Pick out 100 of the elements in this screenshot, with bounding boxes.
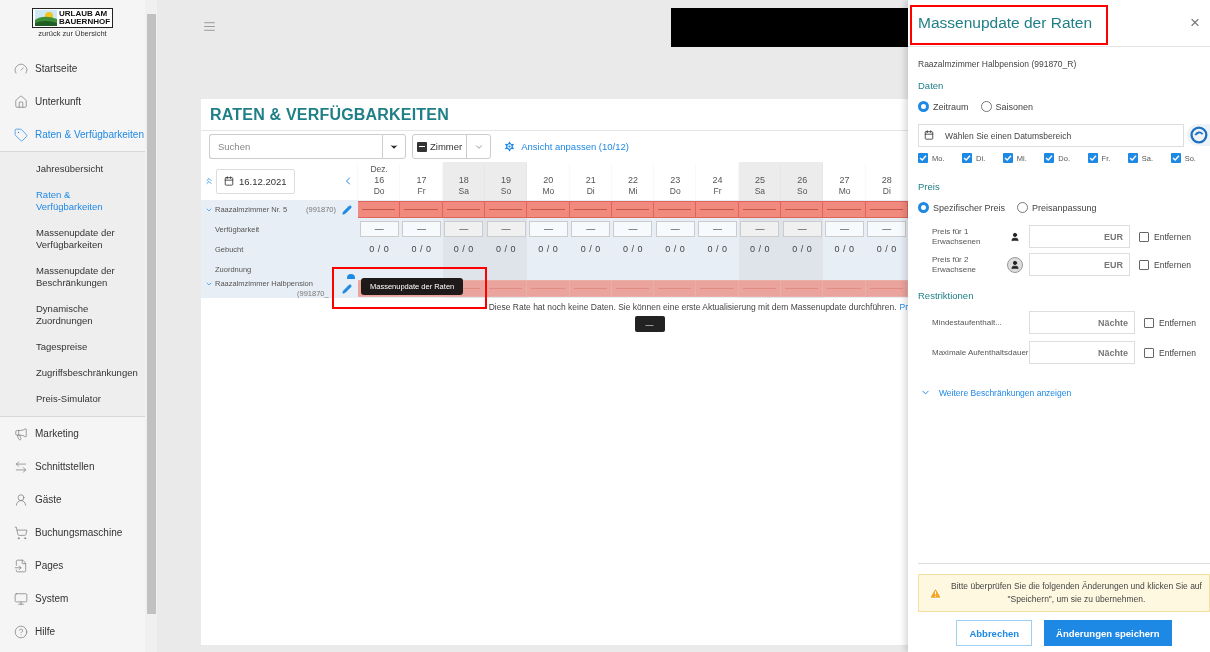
nav-item[interactable]: Startseite	[0, 52, 145, 85]
day-number: 21	[585, 175, 596, 186]
availability-field[interactable]: —	[655, 221, 695, 237]
submenu-item[interactable]: Tagespreise	[0, 334, 145, 360]
booked-count: 0 / 0	[665, 244, 686, 254]
nav-item[interactable]: Buchungsmaschine	[0, 516, 145, 549]
day-number: 25	[754, 175, 765, 186]
search-dropdown[interactable]	[382, 134, 406, 159]
availability-field[interactable]: —	[825, 221, 865, 237]
weekday-label: Mo	[542, 186, 555, 197]
section-heading: Preis	[918, 181, 941, 192]
message-link[interactable]: Pr	[899, 302, 908, 312]
availability-field[interactable]: —	[359, 221, 399, 237]
availability-field[interactable]: —	[486, 221, 526, 237]
remove-checkbox[interactable]: Entfernen	[1139, 231, 1191, 242]
weekday-label: Fr	[713, 186, 722, 197]
view-settings-link[interactable]: Ansicht anpassen (10/12)	[503, 140, 629, 153]
empty-message: Diese Rate hat noch keine Daten. Sie können eine erste Aktualisierung mit dem Massenupdate durchführen.	[488, 302, 897, 312]
availability-field[interactable]: —	[613, 221, 653, 237]
more-restrictions-link[interactable]: Weitere Beschränkungen anzeigen	[918, 387, 1200, 398]
file-icon	[14, 558, 28, 573]
save-button[interactable]: Änderungen speichern	[1044, 620, 1172, 646]
chat-icon[interactable]	[1186, 123, 1210, 147]
booked-count: 0 / 0	[749, 244, 770, 254]
search-input[interactable]: Suchen	[209, 134, 382, 159]
logo[interactable]: URLAUB AM BAUERNHOF	[31, 8, 114, 28]
radio-option[interactable]: Preisanpassung	[1017, 202, 1097, 213]
availability-field[interactable]: —	[867, 221, 907, 237]
booked-count: 0 / 0	[792, 244, 813, 254]
day-number: 17	[416, 175, 427, 186]
section-heading: Daten	[918, 80, 945, 91]
availability-field[interactable]: —	[698, 221, 738, 237]
booked-count: 0 / 0	[369, 244, 390, 254]
scrollbar[interactable]	[145, 0, 157, 652]
weekday-label: So	[500, 186, 512, 197]
rate-subject: Raazalmzimmer Halbpension (991870_R)	[918, 59, 1078, 69]
pencil-icon[interactable]	[342, 204, 352, 215]
day-number: 27	[839, 175, 850, 186]
remove-checkbox[interactable]: Entfernen	[1144, 347, 1196, 358]
radio-option[interactable]: Zeitraum	[918, 101, 969, 112]
weekday-label: Di	[882, 186, 891, 197]
submenu-item[interactable]: Massenupdate der Beschränkungen	[0, 258, 145, 296]
availability-field[interactable]: —	[401, 221, 441, 237]
minus-square-icon	[417, 141, 427, 152]
price-field[interactable]: EUR	[1029, 225, 1130, 248]
submenu-item[interactable]: Preis-Simulator	[0, 386, 145, 412]
gear-icon	[503, 140, 517, 153]
availability-field[interactable]: —	[740, 221, 780, 237]
radio-option[interactable]: Spezifischer Preis	[918, 202, 1006, 213]
nav-item[interactable]: Marketing	[0, 417, 145, 450]
submenu-item[interactable]: Massenupdate der Verfügbarkeiten	[0, 220, 145, 258]
radio-option[interactable]: Saisonen	[980, 101, 1034, 112]
day-number: 20	[543, 175, 554, 186]
nav-item[interactable]: Gäste	[0, 483, 145, 516]
cancel-button[interactable]: Abbrechen	[956, 620, 1033, 646]
room-filter[interactable]: Zimmer	[412, 134, 492, 159]
expand-icon[interactable]	[205, 280, 213, 288]
day-number: 18	[458, 175, 469, 186]
field-label: Preis für 2 Erwachsene	[932, 254, 978, 275]
day-number: 19	[501, 175, 512, 186]
field-label: Mindestaufenthalt...	[932, 317, 1003, 329]
nav-item[interactable]: Unterkunft	[0, 85, 145, 118]
collapse-button[interactable]: —	[634, 316, 665, 332]
booked-count: 0 / 0	[496, 244, 517, 254]
nav-item[interactable]: Pages	[0, 549, 145, 582]
day-number: 26	[797, 175, 808, 186]
booked-count: 0 / 0	[876, 244, 897, 254]
submenu-item[interactable]: Jahresübersicht	[0, 156, 145, 182]
collapse-icon[interactable]	[204, 176, 214, 186]
availability-field[interactable]: —	[528, 221, 568, 237]
help-icon	[14, 624, 28, 639]
nights-field[interactable]: Nächte	[1029, 311, 1135, 334]
availability-field[interactable]: —	[782, 221, 822, 237]
close-button[interactable]: ×	[1190, 13, 1200, 33]
nav-item[interactable]: Hilfe	[0, 615, 145, 648]
nav-item[interactable]: Raten & Verfügbarkeiten	[0, 118, 145, 151]
megaphone-icon	[14, 426, 28, 441]
price-field[interactable]: EUR	[1029, 253, 1130, 276]
booked-count: 0 / 0	[453, 244, 474, 254]
page-title: RATEN & VERFÜGBARKEITEN	[201, 99, 908, 131]
remove-checkbox[interactable]: Entfernen	[1144, 317, 1196, 328]
nights-field[interactable]: Nächte	[1029, 341, 1135, 364]
field-label: Maximale Aufenthaltsdauer	[932, 347, 1029, 359]
field-label: Preis für 1 Erwachsenen	[932, 226, 982, 247]
arrows-icon	[14, 459, 28, 474]
month-label: Dez.	[370, 164, 388, 175]
nav-item[interactable]: System	[0, 582, 145, 615]
submenu-item[interactable]: Zugriffsbeschränkungen	[0, 360, 145, 386]
menu-icon[interactable]	[203, 20, 216, 33]
pencil-icon[interactable]	[342, 284, 352, 294]
weekday-label: Do	[373, 186, 385, 197]
availability-field[interactable]: —	[444, 221, 484, 237]
date-field[interactable]: 16.12.2021	[216, 168, 295, 194]
nav-item[interactable]: Schnittstellen	[0, 450, 145, 483]
date-range-field[interactable]: Wählen Sie einen Datumsbereich	[918, 124, 1184, 147]
gauge-icon	[14, 61, 28, 76]
remove-checkbox[interactable]: Entfernen	[1139, 259, 1191, 270]
submenu-item[interactable]: Dynamische Zuordnungen	[0, 296, 145, 334]
availability-field[interactable]: —	[571, 221, 611, 237]
day-number: 28	[881, 175, 892, 186]
